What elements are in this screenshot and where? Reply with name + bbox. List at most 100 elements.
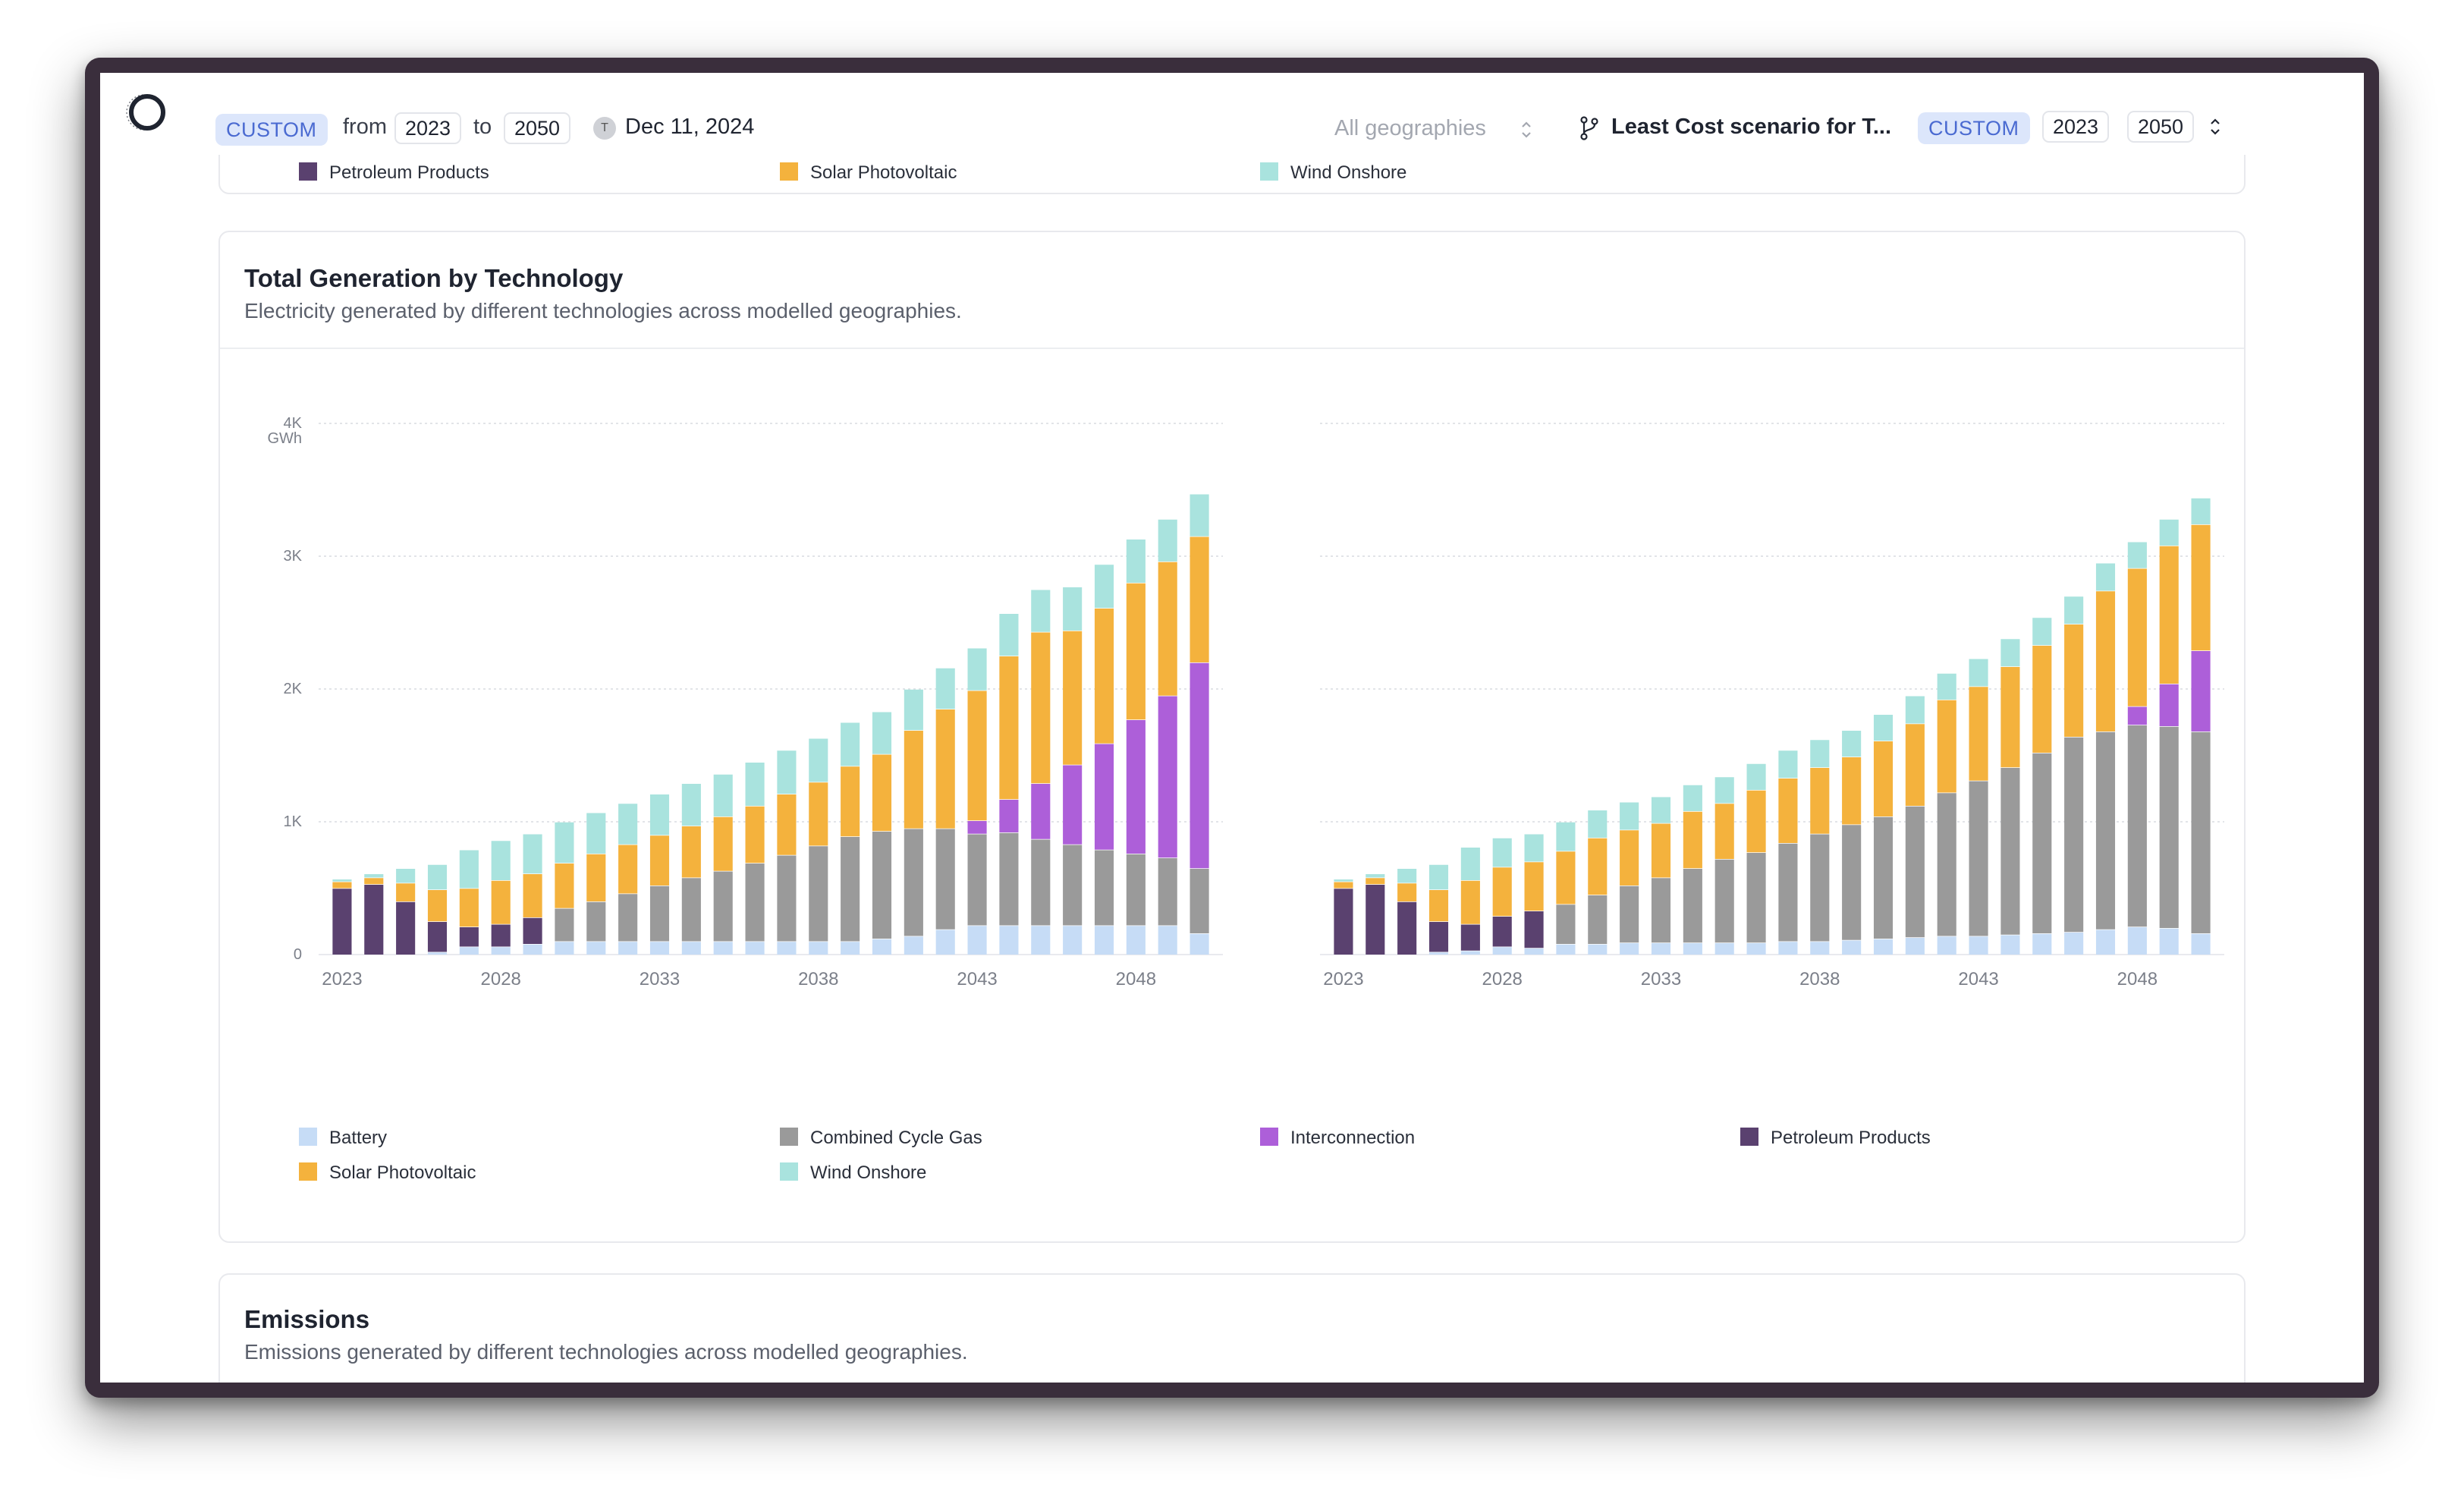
- bar-segment[interactable]: [427, 864, 448, 890]
- bar-segment[interactable]: [2032, 933, 2052, 955]
- bar-segment[interactable]: [1094, 609, 1114, 744]
- bar-segment[interactable]: [1524, 948, 1544, 955]
- bar-segment[interactable]: [1460, 880, 1480, 924]
- bar-segment[interactable]: [555, 908, 574, 942]
- bar-segment[interactable]: [745, 763, 765, 806]
- bar-segment[interactable]: [618, 804, 638, 845]
- bar-segment[interactable]: [1126, 854, 1146, 926]
- bar-segment[interactable]: [1428, 952, 1449, 955]
- bar-segment[interactable]: [1334, 879, 1353, 882]
- bar-segment[interactable]: [1937, 700, 1956, 793]
- bar-segment[interactable]: [1460, 924, 1480, 951]
- bar-segment[interactable]: [1842, 825, 1862, 940]
- bar-segment[interactable]: [809, 782, 828, 846]
- bar-segment[interactable]: [1810, 942, 1830, 955]
- bar-segment[interactable]: [1428, 864, 1449, 890]
- bar-segment[interactable]: [1588, 895, 1608, 944]
- bar-segment[interactable]: [967, 691, 987, 821]
- scenario-from-year-field[interactable]: 2023: [2042, 111, 2110, 143]
- bar-segment[interactable]: [2127, 706, 2147, 725]
- bar-segment[interactable]: [713, 942, 733, 955]
- bar-segment[interactable]: [1126, 583, 1146, 720]
- bar-segment[interactable]: [681, 942, 701, 955]
- bar-segment[interactable]: [332, 882, 352, 889]
- bar-segment[interactable]: [2032, 646, 2052, 753]
- bar-segment[interactable]: [1158, 562, 1177, 696]
- bar-segment[interactable]: [332, 879, 352, 882]
- bar-segment[interactable]: [745, 942, 765, 955]
- bar-segment[interactable]: [2095, 563, 2116, 591]
- bar-segment[interactable]: [1031, 590, 1051, 632]
- bar-segment[interactable]: [1190, 933, 1209, 955]
- bar-segment[interactable]: [777, 794, 797, 855]
- bar-segment[interactable]: [1937, 936, 1956, 955]
- bar-segment[interactable]: [459, 850, 479, 889]
- bar-segment[interactable]: [2159, 726, 2179, 928]
- bar-segment[interactable]: [904, 731, 923, 829]
- bar-segment[interactable]: [713, 774, 733, 816]
- bar-segment[interactable]: [841, 722, 860, 766]
- bar-segment[interactable]: [1746, 853, 1766, 943]
- bar-segment[interactable]: [1651, 823, 1671, 878]
- bar-segment[interactable]: [872, 712, 892, 754]
- bar-segment[interactable]: [1158, 858, 1177, 926]
- bar-segment[interactable]: [809, 846, 828, 942]
- scenario-to-year-field[interactable]: 2050: [2127, 111, 2195, 143]
- bar-segment[interactable]: [1492, 867, 1512, 917]
- bar-segment[interactable]: [1063, 587, 1083, 631]
- bar-segment[interactable]: [364, 874, 384, 878]
- bar-segment[interactable]: [745, 864, 765, 942]
- bar-segment[interactable]: [1746, 943, 1766, 955]
- bar-segment[interactable]: [1158, 519, 1177, 562]
- bar-segment[interactable]: [2159, 928, 2179, 955]
- bar-segment[interactable]: [491, 880, 511, 924]
- bar-segment[interactable]: [777, 855, 797, 942]
- bar-segment[interactable]: [1524, 911, 1544, 948]
- bar-segment[interactable]: [427, 952, 448, 955]
- bar-segment[interactable]: [1524, 834, 1544, 862]
- bar-segment[interactable]: [1746, 790, 1766, 853]
- bar-segment[interactable]: [2095, 731, 2116, 930]
- bar-segment[interactable]: [396, 869, 416, 883]
- bar-segment[interactable]: [1428, 922, 1449, 952]
- bar-segment[interactable]: [872, 939, 892, 955]
- bar-segment[interactable]: [681, 878, 701, 942]
- bar-segment[interactable]: [967, 821, 987, 834]
- bar-segment[interactable]: [1842, 940, 1862, 955]
- bar-segment[interactable]: [1969, 687, 1988, 781]
- bar-segment[interactable]: [904, 689, 923, 731]
- bar-segment[interactable]: [1778, 779, 1798, 843]
- scenario-custom-badge[interactable]: CUSTOM: [1918, 112, 2030, 144]
- bar-segment[interactable]: [332, 889, 352, 955]
- bar-segment[interactable]: [2127, 542, 2147, 568]
- bar-segment[interactable]: [1397, 869, 1417, 883]
- bar-segment[interactable]: [1460, 848, 1480, 880]
- geography-select[interactable]: All geographies: [1334, 112, 1486, 144]
- bar-segment[interactable]: [1031, 632, 1051, 784]
- bar-segment[interactable]: [1746, 763, 1766, 790]
- bar-segment[interactable]: [555, 822, 574, 864]
- bar-segment[interactable]: [586, 942, 606, 955]
- from-year-field[interactable]: 2023: [394, 112, 462, 144]
- bar-segment[interactable]: [1492, 917, 1512, 947]
- bar-segment[interactable]: [618, 942, 638, 955]
- bar-segment[interactable]: [1334, 882, 1353, 889]
- bar-segment[interactable]: [1969, 781, 1988, 936]
- bar-segment[interactable]: [2127, 568, 2147, 706]
- bar-segment[interactable]: [459, 927, 479, 947]
- bar-segment[interactable]: [713, 816, 733, 871]
- bar-segment[interactable]: [777, 750, 797, 794]
- to-year-field[interactable]: 2050: [504, 112, 571, 144]
- bar-segment[interactable]: [2095, 591, 2116, 731]
- bar-segment[interactable]: [2095, 930, 2116, 955]
- bar-segment[interactable]: [649, 835, 670, 886]
- bar-segment[interactable]: [2032, 753, 2052, 933]
- bar-segment[interactable]: [681, 826, 701, 878]
- bar-segment[interactable]: [396, 901, 416, 955]
- bar-segment[interactable]: [745, 806, 765, 864]
- bar-segment[interactable]: [586, 854, 606, 901]
- bar-segment[interactable]: [1190, 662, 1209, 869]
- bar-segment[interactable]: [491, 924, 511, 947]
- bar-segment[interactable]: [1651, 943, 1671, 955]
- bar-segment[interactable]: [2064, 933, 2084, 955]
